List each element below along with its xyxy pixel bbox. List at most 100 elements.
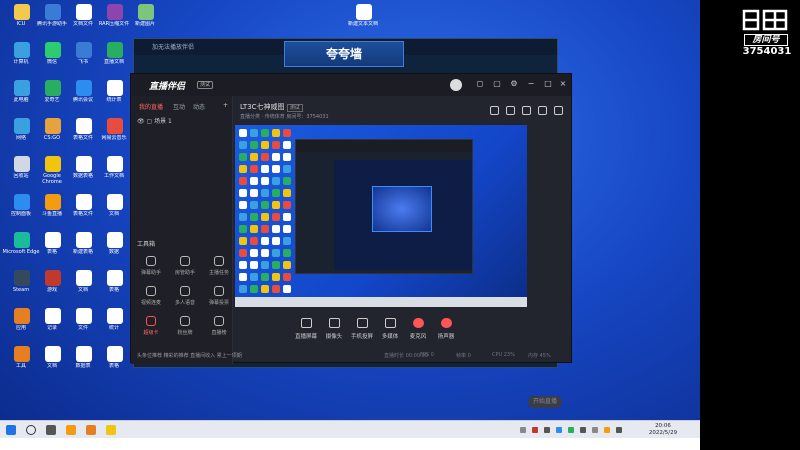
tab-interact[interactable]: 互动 — [173, 102, 185, 111]
desktop-icon[interactable]: 网易云音乐 — [99, 118, 129, 148]
desktop-icon-glyph — [45, 4, 61, 20]
tool-button[interactable]: 主播任务 — [205, 256, 233, 280]
kuakua-wall-banner: 夸夸墙 — [284, 41, 404, 67]
desktop-icon[interactable]: 工具 — [6, 346, 36, 376]
share-icon[interactable] — [522, 106, 531, 115]
minimize-icon[interactable]: − — [527, 80, 535, 88]
tool-button[interactable]: 房管助手 — [171, 256, 199, 280]
desktop-icon[interactable]: CS:GO — [37, 118, 67, 148]
desktop-icon[interactable]: 腾讯会议 — [68, 80, 98, 110]
add-tab-icon[interactable]: + — [223, 102, 228, 109]
user-avatar[interactable] — [450, 79, 462, 91]
close-icon[interactable]: × — [559, 80, 567, 88]
desktop-icon[interactable]: 网络 — [6, 118, 36, 148]
desktop-icon[interactable]: 表格 — [37, 232, 67, 262]
tool-button[interactable]: 弹幕助手 — [137, 256, 165, 280]
nested-desktop-icon — [283, 261, 291, 269]
desktop-icon-glyph — [107, 156, 123, 172]
tool-button[interactable]: 超级卡 — [137, 316, 165, 340]
desktop-icon[interactable]: 应用 — [6, 308, 36, 338]
tray-icon[interactable] — [556, 427, 562, 433]
gift-icon[interactable] — [490, 106, 499, 115]
go-live-button[interactable]: 开始直播 — [528, 396, 562, 408]
desktop-icon[interactable]: 统计表 — [99, 80, 129, 110]
desktop-icon[interactable]: Microsoft Edge — [3, 232, 39, 262]
desktop-icon[interactable]: 直播文档 — [99, 42, 129, 72]
tab-my-live[interactable]: 我的直播 — [139, 102, 163, 111]
scene-item[interactable]: 👁 ▢ 场景 1 — [137, 116, 172, 125]
desktop-icon[interactable]: 飞书 — [68, 42, 98, 72]
nested-desktop-icon — [261, 189, 269, 197]
tray-icon[interactable] — [520, 427, 526, 433]
desktop-icon[interactable]: 文档文件 — [68, 4, 98, 34]
room-title[interactable]: LT3C七神威图 测试 — [240, 102, 303, 112]
taskbar-app-companion[interactable] — [86, 425, 96, 435]
tray-icon[interactable] — [616, 427, 622, 433]
taskbar-app-folder[interactable] — [106, 425, 116, 435]
nested-desktop-icon — [272, 249, 280, 257]
start-icon[interactable] — [6, 425, 16, 435]
tool-button[interactable]: 多人语音 — [171, 286, 199, 310]
desktop-icon[interactable]: 文件 — [68, 308, 98, 338]
desktop-icon[interactable]: 游戏 — [37, 270, 67, 300]
desktop-icon[interactable]: 腾讯手游助手 — [37, 4, 67, 34]
desktop-icon-glyph — [107, 308, 123, 324]
tab-dynamic[interactable]: 动态 — [193, 102, 205, 111]
message-icon[interactable] — [554, 106, 563, 115]
nested-desktop-icon — [272, 225, 280, 233]
search-icon[interactable] — [26, 425, 36, 435]
desktop-icon[interactable]: 数据表格 — [68, 156, 98, 186]
status-item: 内存 45% — [528, 353, 551, 359]
desktop-icon[interactable]: 数据表 — [68, 346, 98, 376]
desktop-icon[interactable]: 回收站 — [6, 156, 36, 186]
stream-preview[interactable] — [235, 125, 527, 307]
desktop-icon[interactable]: 控制面板 — [6, 194, 36, 224]
tray-icon[interactable] — [544, 427, 550, 433]
tray-icon[interactable] — [568, 427, 574, 433]
tray-icon[interactable] — [532, 427, 538, 433]
maximize-icon[interactable]: □ — [544, 80, 552, 88]
taskview-icon[interactable] — [46, 425, 56, 435]
desktop-icon[interactable]: ICU — [6, 4, 36, 34]
desktop-icon[interactable]: 文档 — [99, 194, 129, 224]
control-button[interactable]: 扬声器 — [430, 318, 462, 344]
lock-icon[interactable]: ▢ — [493, 80, 501, 88]
tool-button[interactable]: 视频连麦 — [137, 286, 165, 310]
bell-icon[interactable] — [538, 106, 547, 115]
nested-desktop-icon — [272, 129, 280, 137]
desktop-icon[interactable]: 记录 — [37, 308, 67, 338]
desktop-icon[interactable]: 文档 — [68, 270, 98, 300]
desktop-icon[interactable]: 表格 — [99, 346, 129, 376]
desktop-icon[interactable]: 表格文件 — [68, 194, 98, 224]
desktop-icon[interactable]: Google Chrome — [37, 156, 67, 186]
desktop-icon[interactable]: 数据 — [99, 232, 129, 262]
desktop-icon[interactable]: Steam — [6, 270, 36, 300]
tray-icon[interactable] — [604, 427, 610, 433]
tray-icon[interactable] — [592, 427, 598, 433]
desktop-icon[interactable]: 计算机 — [6, 42, 36, 72]
desktop-icon[interactable]: 统计 — [99, 308, 129, 338]
taskbar-app-douyu[interactable] — [66, 425, 76, 435]
desktop-icon[interactable]: 新建表格 — [68, 232, 98, 262]
desktop-icon[interactable]: 工作文档 — [99, 156, 129, 186]
lock-room-icon[interactable] — [506, 106, 515, 115]
desktop-icon[interactable]: 新建图片 — [130, 4, 160, 34]
tool-button[interactable]: 粉丝牌 — [171, 316, 199, 340]
desktop-icon[interactable]: 表格 — [99, 270, 129, 300]
settings-icon[interactable]: ⚙ — [510, 80, 518, 88]
tool-button[interactable]: 弹幕投票 — [205, 286, 233, 310]
desktop-icon[interactable]: 斗鱼直播 — [37, 194, 67, 224]
desktop-icon[interactable]: 文档 — [37, 346, 67, 376]
desktop-icon[interactable]: 表格文件 — [68, 118, 98, 148]
desktop-icon[interactable]: 此电脑 — [6, 80, 36, 110]
notification-icon[interactable]: ◻ — [476, 80, 484, 88]
desktop-icon[interactable]: 微信 — [37, 42, 67, 72]
desktop-icon[interactable]: 新建文本文档 — [348, 4, 378, 34]
clock[interactable]: 20:06 2022/5/29 — [643, 423, 683, 437]
tool-button[interactable]: 直播榜 — [205, 316, 233, 340]
tray-icon[interactable] — [580, 427, 586, 433]
app-titlebar[interactable]: 直播伴侣 测试 ◻ ▢ ⚙ − □ × — [131, 74, 571, 96]
desktop-icon[interactable]: 爱奇艺 — [37, 80, 67, 110]
room-title-text: LT3C七神威图 — [240, 103, 285, 111]
desktop-icon[interactable]: RAR压缩文件 — [99, 4, 129, 34]
